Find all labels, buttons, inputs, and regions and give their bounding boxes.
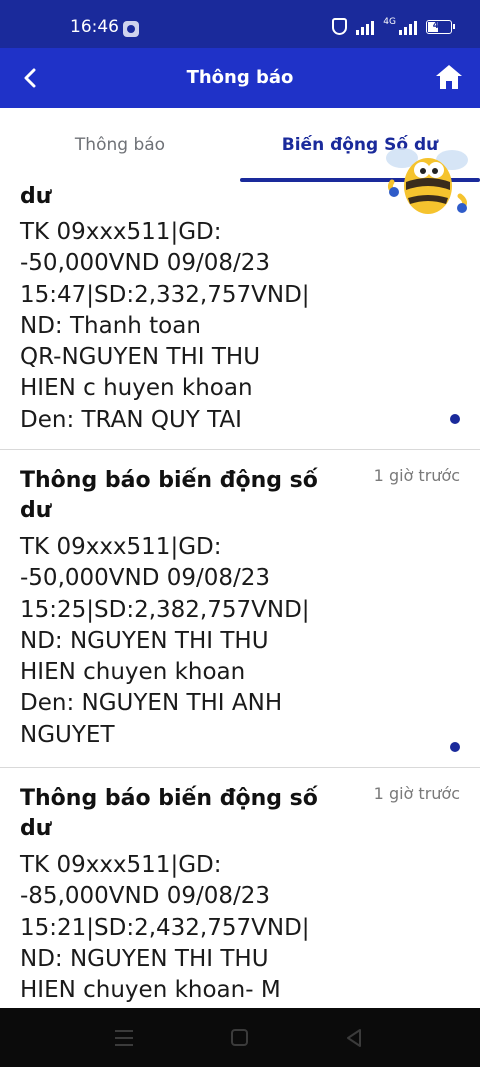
battery-icon: 40 — [426, 19, 455, 34]
unread-dot — [450, 742, 460, 752]
home-icon — [436, 65, 462, 89]
notification-time: 1 giờ trước — [373, 784, 460, 803]
notification-item[interactable]: 1 giờ trước Thông báo biến động số dư TK… — [0, 450, 480, 768]
page-title: Thông báo — [186, 67, 294, 88]
notification-list: dư TK 09xxx511|GD: -50,000VND 09/08/23 1… — [0, 184, 480, 1008]
status-indicators: 4G 40 — [332, 17, 455, 35]
signal-icon — [356, 19, 375, 35]
network-type-label: 4G — [383, 17, 396, 27]
notification-time: 1 giờ trước — [373, 466, 460, 485]
system-nav-bar — [0, 1008, 480, 1067]
battery-level: 40 — [432, 20, 446, 31]
notification-title: Thông báo biến động số dư — [20, 468, 318, 523]
status-bar: 16:46 4G 40 — [0, 0, 480, 48]
notification-title: dư — [20, 184, 52, 209]
notification-body: TK 09xxx511|GD: -50,000VND 09/08/23 15:4… — [20, 219, 310, 433]
home-button[interactable] — [434, 62, 464, 92]
shield-icon — [332, 18, 348, 35]
recent-apps-button[interactable] — [115, 1030, 133, 1046]
status-time: 16:46 — [70, 17, 119, 37]
notification-title: Thông báo biến động số dư — [20, 786, 318, 841]
signal-icon — [399, 19, 417, 35]
notification-body: TK 09xxx511|GD: -85,000VND 09/08/23 15:2… — [20, 852, 310, 1004]
unread-dot — [450, 414, 460, 424]
system-home-button[interactable] — [231, 1029, 248, 1046]
tab-notifications[interactable]: Thông báo — [0, 135, 240, 155]
notification-item[interactable]: 1 giờ trước Thông báo biến động số dư TK… — [0, 768, 480, 1008]
system-back-button[interactable] — [345, 1028, 363, 1048]
app-header: Thông báo — [0, 48, 480, 108]
notification-body: TK 09xxx511|GD: -50,000VND 09/08/23 15:2… — [20, 534, 310, 748]
settings-notification-icon — [123, 21, 139, 37]
bee-mascot-icon[interactable] — [382, 138, 472, 224]
